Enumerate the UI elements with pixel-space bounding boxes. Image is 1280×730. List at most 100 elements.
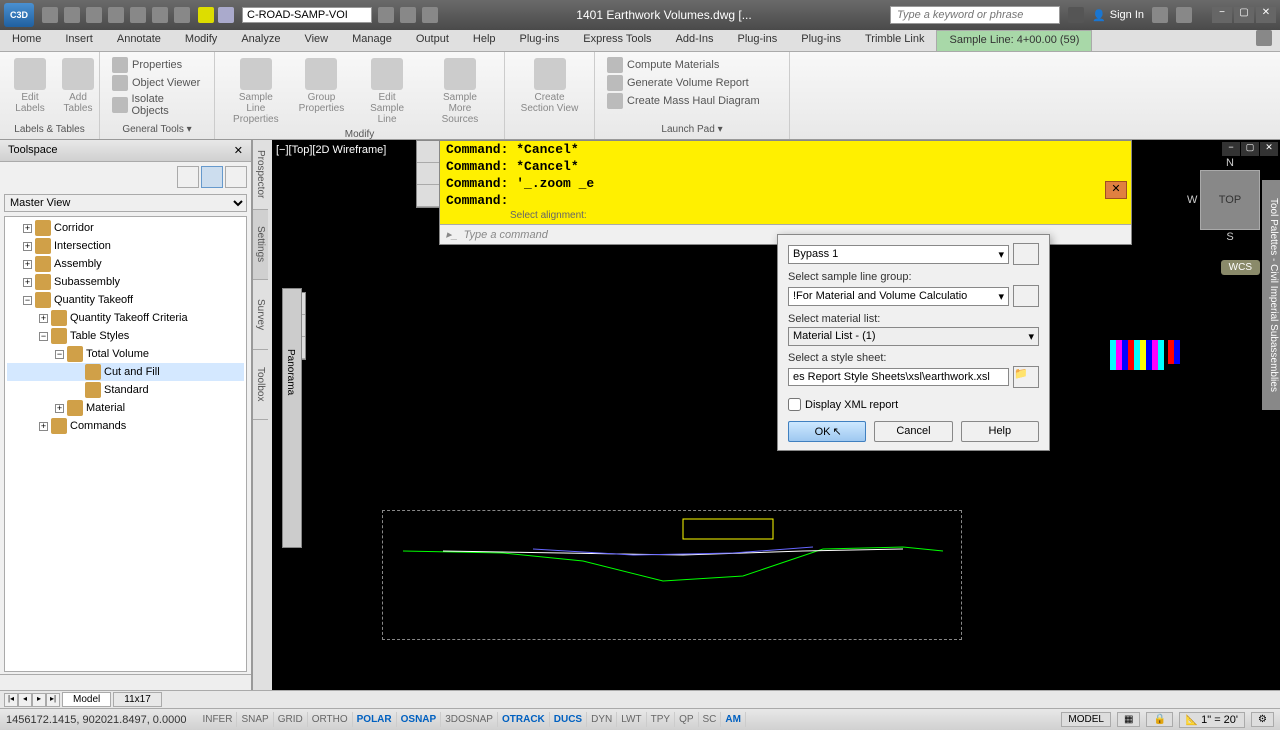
- exchange-icon[interactable]: [1152, 7, 1168, 23]
- tree-scrollbar[interactable]: [0, 674, 251, 690]
- signin-button[interactable]: 👤 Sign In: [1092, 9, 1144, 22]
- toolbar-btn[interactable]: [225, 166, 247, 188]
- tree-item[interactable]: +Intersection: [7, 237, 244, 255]
- expand-icon[interactable]: +: [23, 242, 32, 251]
- tb-btn[interactable]: [417, 141, 439, 163]
- next-icon[interactable]: ▸: [32, 693, 46, 707]
- panorama-tab[interactable]: Panorama: [282, 288, 302, 548]
- tab-manage[interactable]: Manage: [340, 30, 404, 51]
- close-icon[interactable]: ✕: [1105, 181, 1127, 199]
- tree-item[interactable]: Standard: [7, 381, 244, 399]
- tab-addins[interactable]: Add-Ins: [664, 30, 726, 51]
- ribbon-minimize-icon[interactable]: [1256, 30, 1272, 46]
- tab-survey[interactable]: Survey: [253, 280, 268, 350]
- volume-report-button[interactable]: Generate Volume Report: [603, 74, 781, 92]
- tree-item[interactable]: +Quantity Takeoff Criteria: [7, 309, 244, 327]
- plot-icon[interactable]: [130, 7, 146, 23]
- tab-plugins3[interactable]: Plug-ins: [789, 30, 853, 51]
- prev-icon[interactable]: ◂: [18, 693, 32, 707]
- tab-plugins2[interactable]: Plug-ins: [725, 30, 789, 51]
- save-icon[interactable]: [86, 7, 102, 23]
- expand-icon[interactable]: +: [23, 224, 32, 233]
- add-tables-button[interactable]: Add Tables: [56, 56, 100, 116]
- settings-tree[interactable]: +Corridor+Intersection+Assembly+Subassem…: [4, 216, 247, 672]
- wcs-badge[interactable]: WCS: [1221, 260, 1260, 275]
- expand-icon[interactable]: +: [55, 404, 64, 413]
- tab-view[interactable]: View: [292, 30, 340, 51]
- tab-settings[interactable]: Settings: [253, 210, 268, 280]
- doc-minimize[interactable]: −: [1222, 142, 1240, 156]
- floating-toolbar[interactable]: [416, 140, 440, 208]
- tree-item[interactable]: +Subassembly: [7, 273, 244, 291]
- tree-item[interactable]: −Total Volume: [7, 345, 244, 363]
- tree-item[interactable]: +Assembly: [7, 255, 244, 273]
- tree-item[interactable]: −Quantity Takeoff: [7, 291, 244, 309]
- new-icon[interactable]: [42, 7, 58, 23]
- expand-icon[interactable]: −: [39, 332, 48, 341]
- tree-item[interactable]: +Commands: [7, 417, 244, 435]
- material-list-dropdown[interactable]: Material List - (1) ▾: [788, 327, 1039, 346]
- stylesheet-field[interactable]: es Report Style Sheets\xsl\earthwork.xsl: [788, 368, 1009, 386]
- expand-icon[interactable]: +: [39, 422, 48, 431]
- open-icon[interactable]: [64, 7, 80, 23]
- panel-label[interactable]: General Tools ▾: [108, 122, 206, 135]
- app-logo[interactable]: C3D: [4, 3, 34, 27]
- isolate-button[interactable]: Isolate Objects: [108, 92, 206, 118]
- tab-modify[interactable]: Modify: [173, 30, 229, 51]
- undo-icon[interactable]: [152, 7, 168, 23]
- layers-icon[interactable]: [400, 7, 416, 23]
- workspace-dropdown[interactable]: [242, 7, 372, 23]
- redo-icon[interactable]: [174, 7, 190, 23]
- tab-help[interactable]: Help: [461, 30, 508, 51]
- search-icon[interactable]: [1068, 7, 1084, 23]
- cloud-icon[interactable]: [218, 7, 234, 23]
- sample-group-dropdown[interactable]: !For Material and Volume Calculatio ▾: [788, 287, 1009, 306]
- toolbar-btn[interactable]: [201, 166, 223, 188]
- tab-plugins[interactable]: Plug-ins: [508, 30, 572, 51]
- tool-palettes-tab[interactable]: Tool Palettes - Civil Imperial Subassemb…: [1262, 180, 1280, 410]
- create-section-view-button[interactable]: Create Section View: [513, 56, 586, 116]
- expand-icon[interactable]: +: [23, 278, 32, 287]
- xml-report-checkbox[interactable]: Display XML report: [788, 398, 1039, 411]
- viewcube[interactable]: N S W E TOP: [1200, 170, 1260, 230]
- saveas-icon[interactable]: [108, 7, 124, 23]
- doc-close[interactable]: ✕: [1260, 142, 1278, 156]
- toolbar-btn[interactable]: [177, 166, 199, 188]
- tab-home[interactable]: Home: [0, 30, 53, 51]
- cancel-button[interactable]: Cancel: [874, 421, 952, 442]
- tab-output[interactable]: Output: [404, 30, 461, 51]
- edit-sampleline-button[interactable]: Edit Sample Line: [354, 56, 420, 127]
- tree-item[interactable]: −Table Styles: [7, 327, 244, 345]
- alignment-dropdown[interactable]: Bypass 1 ▾: [788, 245, 1009, 264]
- more-sources-button[interactable]: Sample More Sources: [424, 56, 496, 127]
- bulb-icon[interactable]: [198, 7, 214, 23]
- last-icon[interactable]: ▸|: [46, 693, 60, 707]
- expand-icon[interactable]: +: [23, 260, 32, 269]
- ok-button[interactable]: OK↖: [788, 421, 866, 442]
- tree-item[interactable]: +Corridor: [7, 219, 244, 237]
- tb-btn[interactable]: [417, 185, 439, 207]
- tab-prospector[interactable]: Prospector: [253, 140, 268, 210]
- doc-restore[interactable]: ▢: [1241, 142, 1259, 156]
- expand-icon[interactable]: −: [55, 350, 64, 359]
- pick-alignment-button[interactable]: [1013, 243, 1039, 265]
- tree-item[interactable]: Cut and Fill: [7, 363, 244, 381]
- restore-button[interactable]: ▢: [1234, 7, 1254, 23]
- first-icon[interactable]: |◂: [4, 693, 18, 707]
- expand-icon[interactable]: +: [39, 314, 48, 323]
- viewport-controls[interactable]: [−][Top][2D Wireframe]: [276, 144, 386, 156]
- command-window[interactable]: Command: *Cancel* Command: *Cancel* Comm…: [439, 140, 1132, 245]
- tab-model[interactable]: Model: [62, 692, 111, 707]
- minimize-button[interactable]: −: [1212, 7, 1232, 23]
- pick-group-button[interactable]: [1013, 285, 1039, 307]
- properties-button[interactable]: Properties: [108, 56, 206, 74]
- group-props-button[interactable]: Group Properties: [293, 56, 351, 127]
- tab-express[interactable]: Express Tools: [571, 30, 663, 51]
- share-icon[interactable]: [378, 7, 394, 23]
- help-search-input[interactable]: [890, 6, 1060, 24]
- tab-analyze[interactable]: Analyze: [229, 30, 292, 51]
- tb-btn[interactable]: [417, 163, 439, 185]
- tab-context-sampleline[interactable]: Sample Line: 4+00.00 (59): [936, 30, 1092, 51]
- close-icon[interactable]: ✕: [234, 144, 243, 157]
- close-button[interactable]: ✕: [1256, 7, 1276, 23]
